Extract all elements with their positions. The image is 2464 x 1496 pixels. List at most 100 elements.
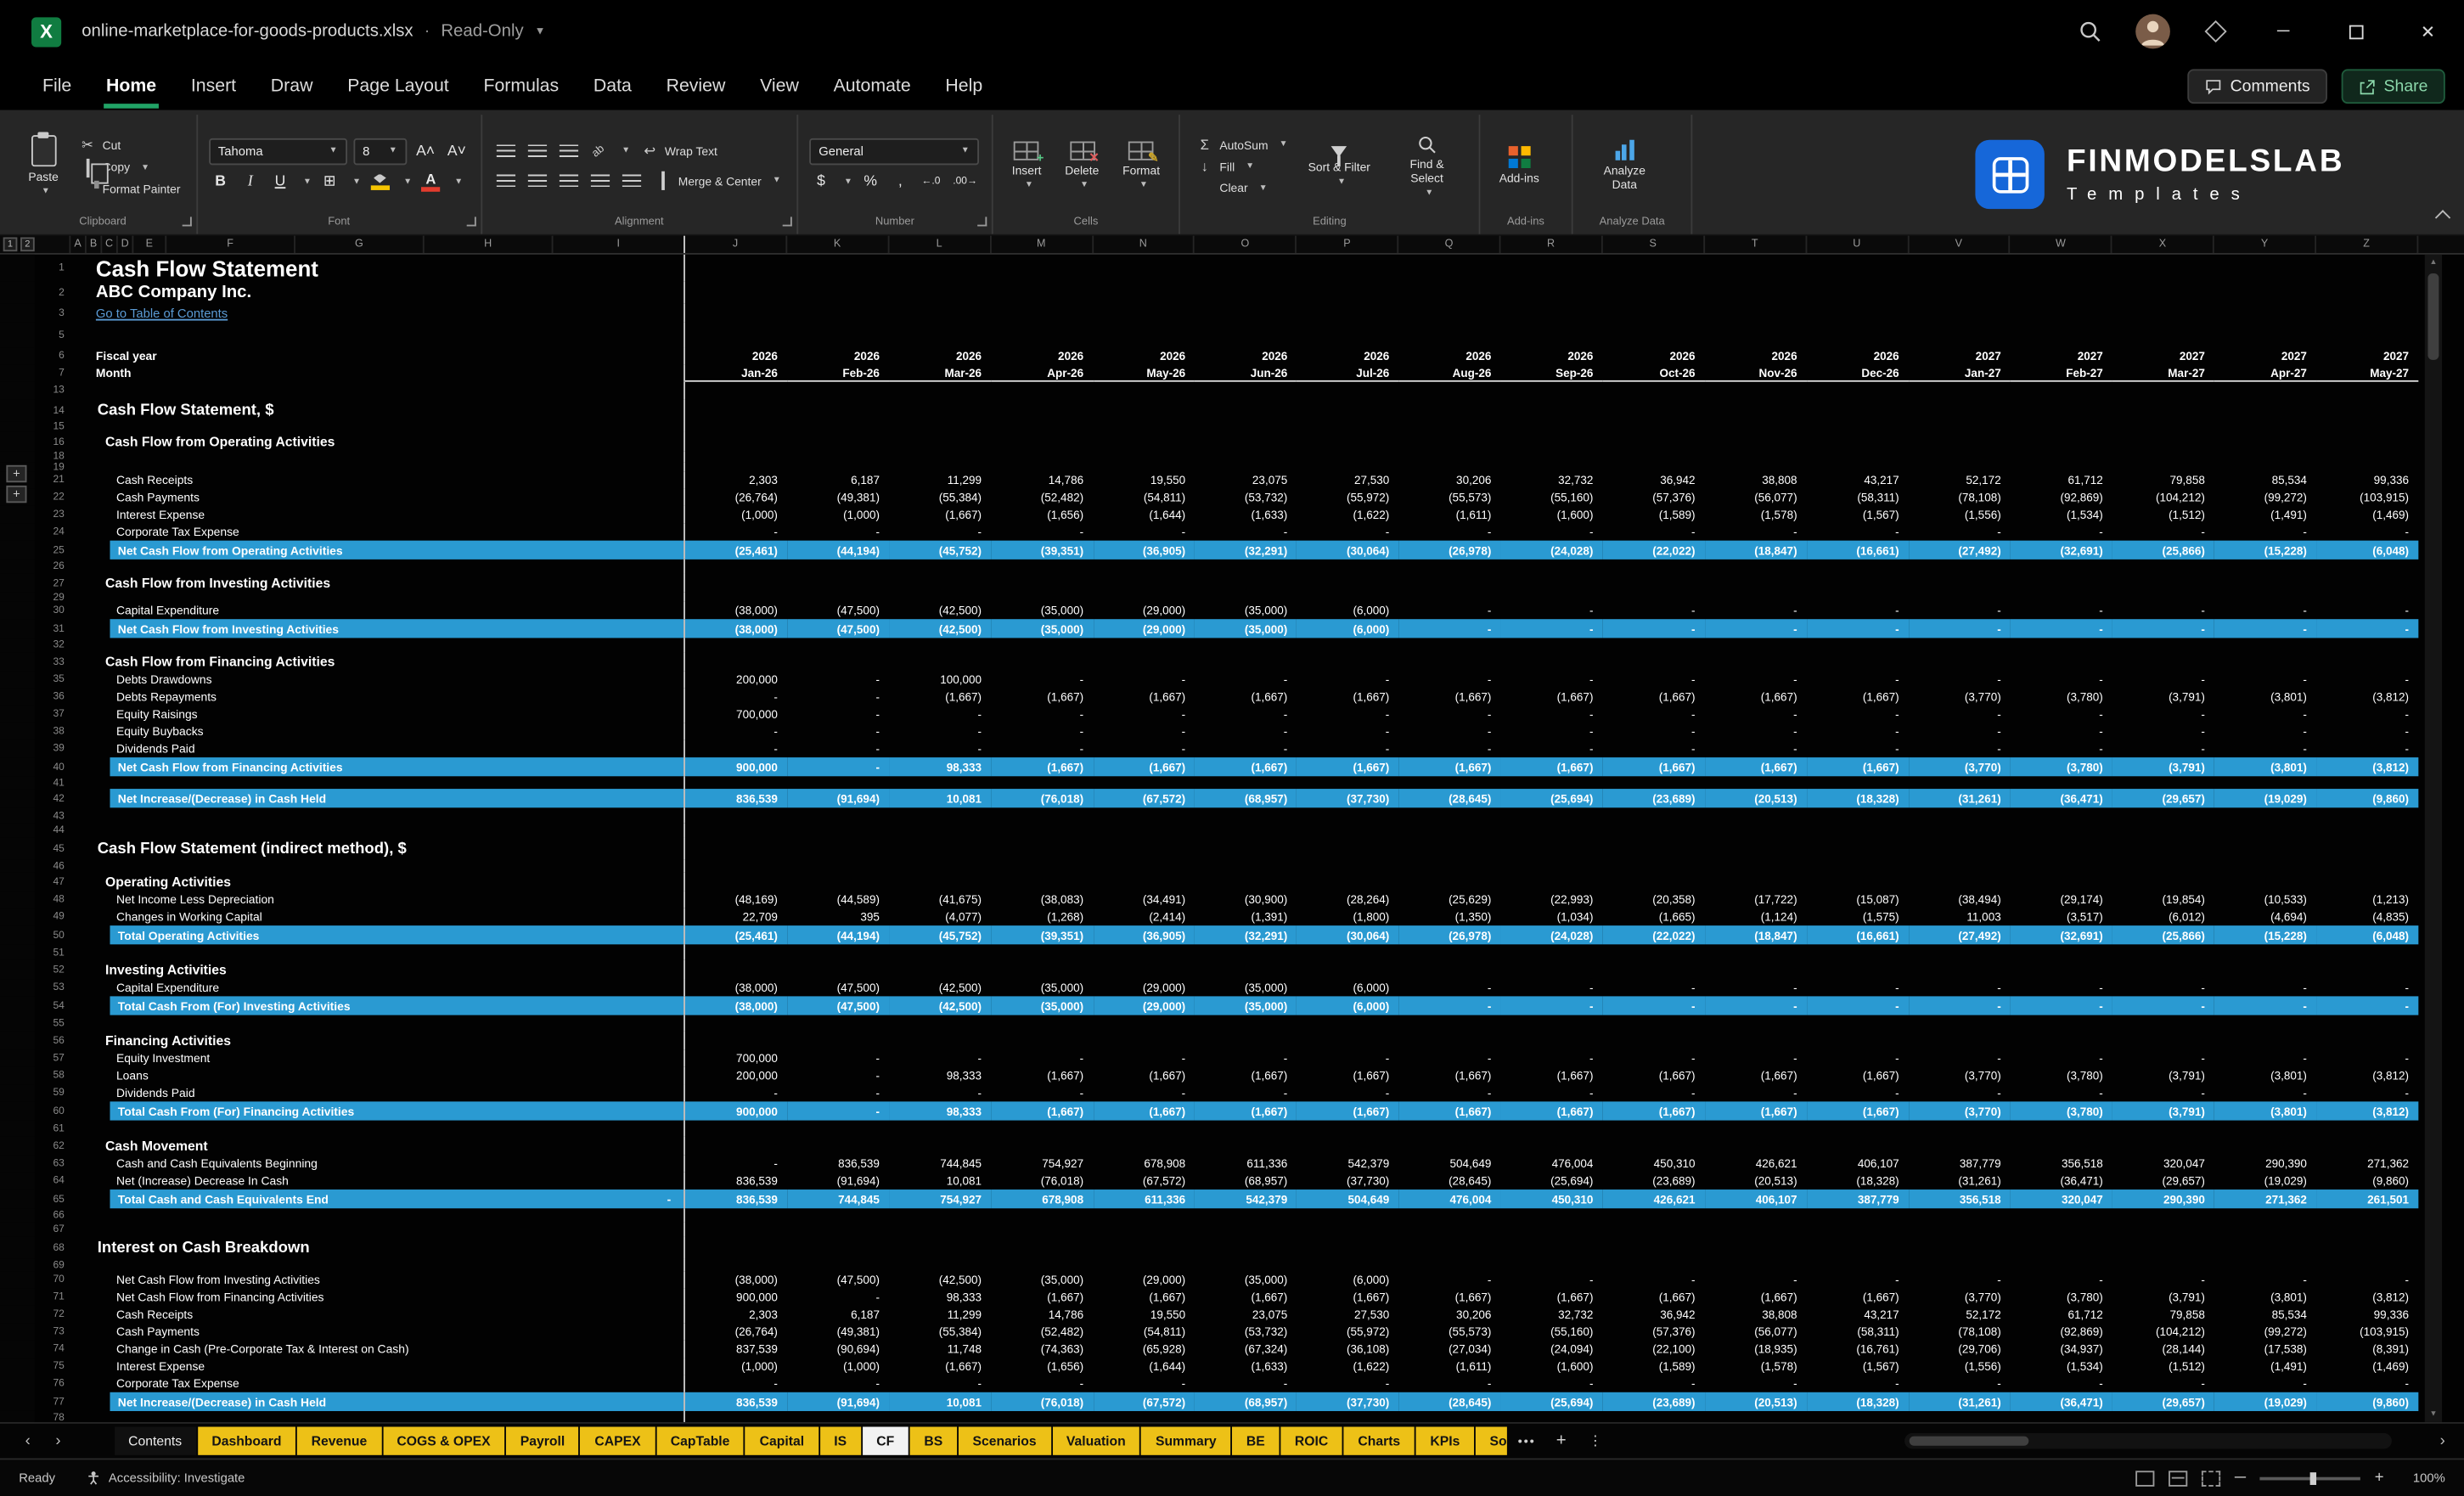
row-number[interactable]: 62 [35,1136,71,1155]
cell[interactable]: (57,376) [1603,489,1705,506]
cell[interactable]: - [991,723,1093,740]
column-header-B[interactable]: B [87,236,103,253]
cell[interactable]: (1,567) [1807,506,1909,523]
cell[interactable]: (1,667) [1093,1067,1195,1084]
cell[interactable] [787,872,889,891]
row-label-cell[interactable]: Net Increase/(Decrease) in Cash Held [70,1392,685,1411]
cell[interactable] [1398,638,1500,652]
cell[interactable] [991,399,1093,421]
cell[interactable]: - [2011,1084,2112,1101]
cell[interactable]: (42,500) [889,602,991,619]
cell[interactable] [2316,638,2418,652]
cell[interactable] [2112,421,2214,432]
row-label-cell[interactable]: ABC Company Inc. [70,281,685,303]
cell[interactable] [2214,1237,2316,1259]
cell[interactable]: (1,667) [991,1101,1093,1120]
cell[interactable] [1500,837,1602,859]
cell[interactable] [1603,593,1705,602]
cell[interactable]: - [2214,1375,2316,1392]
cell[interactable] [2112,462,2214,471]
cell[interactable]: 36,942 [1603,1306,1705,1323]
cell[interactable]: 406,107 [1807,1155,1909,1172]
cell[interactable] [1603,837,1705,859]
cell[interactable]: (25,866) [2112,925,2214,944]
cell[interactable] [1909,824,2011,838]
cell[interactable] [1705,399,1807,421]
cell[interactable]: - [1500,671,1602,688]
outline-level-button[interactable]: 1 [3,237,18,251]
cell[interactable] [2214,1223,2316,1237]
cell[interactable]: (26,764) [685,489,787,506]
cell[interactable]: Aug-26 [1398,364,1500,381]
cell[interactable] [1398,382,1500,399]
outline-expand-button[interactable]: + [6,465,26,482]
find-select-button[interactable]: Find & Select▼ [1386,132,1467,200]
cell[interactable]: 22,709 [685,908,787,925]
cell[interactable] [2316,255,2418,281]
cell[interactable]: 271,362 [2214,1189,2316,1208]
row-label-cell[interactable]: Net Cash Flow from Investing Activities [70,619,685,638]
cell[interactable] [1807,1015,1909,1032]
align-bottom-button[interactable] [555,138,581,164]
cell[interactable]: - [1195,523,1297,540]
cell[interactable]: - [685,740,787,757]
row-label-cell[interactable]: Loans [70,1067,685,1084]
cell[interactable]: (1,644) [1093,1358,1195,1375]
row-number[interactable]: 25 [35,541,71,560]
cell[interactable]: (55,972) [1297,1323,1398,1340]
row-number[interactable]: 57 [35,1049,71,1066]
row-label-cell[interactable]: Changes in Working Capital [70,908,685,925]
cell[interactable]: - [1093,671,1195,688]
cell[interactable] [889,824,991,838]
cell[interactable]: 406,107 [1705,1189,1807,1208]
ribbon-tab-file[interactable]: File [25,65,89,109]
cell[interactable]: (91,694) [787,789,889,807]
cell[interactable]: (3,770) [1909,1067,2011,1084]
cell[interactable] [2112,638,2214,652]
column-header-I[interactable]: I [553,236,684,253]
sheet-tab-be[interactable]: BE [1232,1426,1279,1454]
cell[interactable]: - [1603,1375,1705,1392]
cell[interactable]: (1,600) [1500,1358,1602,1375]
row-label-cell[interactable]: Dividends Paid [70,740,685,757]
row-number[interactable]: 37 [35,706,71,723]
cell[interactable] [2112,574,2214,593]
cell[interactable] [1807,432,1909,451]
cell[interactable]: - [1500,619,1602,638]
cell[interactable] [2011,255,2112,281]
cell[interactable] [1705,1223,1807,1237]
row-number[interactable]: 22 [35,489,71,506]
cell[interactable] [685,960,787,979]
cell[interactable]: (28,264) [1297,891,1398,908]
cell[interactable]: (91,694) [787,1173,889,1189]
cell[interactable]: (15,228) [2214,541,2316,560]
cell[interactable] [1500,652,1602,671]
cell[interactable]: (1,667) [1195,1101,1297,1120]
cell[interactable]: 200,000 [685,1067,787,1084]
cell[interactable]: - [787,1067,889,1084]
cell[interactable] [1807,560,1909,574]
cell[interactable]: - [2316,1375,2418,1392]
cell[interactable]: - [2011,523,2112,540]
cell[interactable]: (1,667) [1398,689,1500,706]
cell[interactable]: 2027 [2112,347,2214,364]
cell[interactable] [889,432,991,451]
sheet-tab-payroll[interactable]: Payroll [506,1426,579,1454]
cell[interactable]: (18,328) [1807,789,1909,807]
cell[interactable] [1909,1237,2011,1259]
cell[interactable]: Apr-26 [991,364,1093,381]
cell[interactable] [2316,1121,2418,1137]
cell[interactable] [1603,303,1705,322]
cell[interactable] [2112,837,2214,859]
cell[interactable] [2214,1015,2316,1032]
excel-app-icon[interactable]: X [31,16,61,46]
row-number[interactable]: 21 [35,471,71,488]
cell[interactable] [1398,1136,1500,1155]
merge-center-button[interactable]: Merge & Center▼ [650,172,785,190]
cell[interactable] [2011,1411,2112,1422]
cell[interactable] [2112,1237,2214,1259]
cell[interactable]: - [685,523,787,540]
cell[interactable]: (3,812) [2316,1067,2418,1084]
row-number[interactable]: 69 [35,1258,71,1271]
cell[interactable] [889,859,991,872]
